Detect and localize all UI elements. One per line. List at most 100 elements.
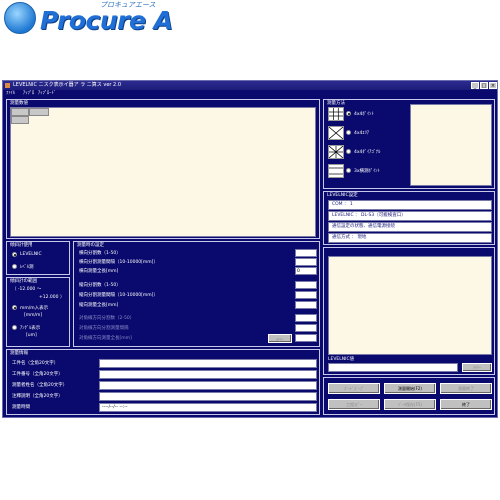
surveyor-input[interactable] [99,381,317,390]
unit-option-mm: mm/m入表示 [20,306,49,311]
range-max: +12.000 ） [39,295,65,300]
notes-label: 注釋說明（全角20文字） [12,394,63,399]
grid-corner-cell [11,108,29,116]
v-length-label: 縦向測量全長[mm] [79,303,119,308]
surveyor-label: 測量者姓名（全角20文字） [12,383,68,388]
h-length-input[interactable]: 0 [295,267,317,275]
project-name-label: 工件名（全角20文字） [12,361,59,366]
device-settings-label: LEVELNIC設定 [327,193,358,198]
app-window: LEVELNIC ニスク表示イ器ア ラ ニ算ス ver 2.0 _ □ × ﾌｧ… [2,80,498,418]
range-min: （ -12.000 ～ [12,287,42,292]
h-div-label: 横向分割数（1-50） [79,251,121,256]
title-bar: LEVELNIC ニスク表示イ器ア ラ ニ算ス ver 2.0 [3,81,497,90]
project-number-label: 工件番号（全角20文字） [12,372,63,377]
method-radio-1[interactable] [346,111,351,116]
sensor-radio-levelnic[interactable] [12,252,17,257]
measure-method-panel: 測量方法 4x4ﾎﾟｲﾝﾄ 4x4ｴﾘｱ 4x4ﾀﾞｲｱｺﾞﾅﾙ 3x横測ﾎﾟｲ… [323,99,495,189]
minimize-button[interactable]: _ [471,82,479,89]
memory-button[interactable]: ﾒﾓﾘｰ [268,334,292,343]
measure-settings-label: 測量時の設定 [77,243,104,248]
brand-name: Procure A [40,6,173,35]
method-label-2: 4x4ｴﾘｱ [354,131,370,136]
app-icon [5,83,10,88]
unit-option-angle-unit: [um] [26,333,37,338]
level-graph [328,256,492,355]
method-radio-4[interactable] [346,168,351,173]
measure-data-grid[interactable] [10,107,316,237]
sensor-label: 傾斜計使用 [10,243,33,248]
save-data-button[interactable]: ﾃﾞｰﾀ保存(F5) [384,399,436,410]
exit-button[interactable]: 終了 [440,399,492,410]
device-status-row: 通信設定の状態、通信電源接続 [328,222,492,232]
device-mode-row: 通信方式 ： 現地 [328,233,492,243]
level-input-label: LEVELNIC値 [328,357,355,362]
close-button[interactable]: × [489,82,497,89]
grid-pattern-icon [328,107,344,121]
start-measure-button[interactable]: 測量開始(F2) [384,383,436,394]
device-com-row: COM ： 1 [328,200,492,210]
goto-button[interactable]: ｺﾞｰﾄﾞｺﾞｰﾌﾟ [328,383,380,394]
lines-pattern-icon [328,164,344,178]
method-label-1: 4x4ﾎﾟｲﾝﾄ [354,112,374,117]
measure-info-label: 測量情報 [10,351,28,356]
project-name-input[interactable] [99,359,317,368]
unit-radio-mm[interactable] [12,305,17,310]
sensor-panel: 傾斜計使用 LEVELNIC ﾚﾍﾞﾙ測 [6,241,70,275]
h-length-label: 横向測量全長[mm] [79,269,119,274]
v-interval-label: 縦向分割測量間隔（10-10000[mm]） [79,293,158,298]
window-title: LEVELNIC ニスク表示イ器ア ラ ニ算ス ver 2.0 [13,82,122,88]
grid-row-header-cell [11,116,29,124]
actions-panel: ｺﾞｰﾄﾞｺﾞｰﾌﾟ 測量開始(F2) 測量終了 工程ｺﾋﾟｰ ﾃﾞｰﾀ保存(F… [323,377,495,415]
cross-pattern-icon [328,126,344,140]
diagonal-grid-pattern-icon [328,145,344,159]
method-radio-3[interactable] [346,149,351,154]
unit-option-mm-unit: [mm/m] [24,313,43,318]
d-length-label: 対角線方向測量全長[mm] [79,336,132,341]
d-div-input[interactable] [295,314,317,322]
method-preview [410,104,492,186]
device-settings-panel: LEVELNIC設定 COM ： 1 LEVELNIC ： DL-S3（可搬検査… [323,191,495,245]
grid-header-cell [29,108,49,116]
menu-bar: ﾌｧｲﾙ ｱｯﾌﾟﾛ ｱｯﾌﾟﾛｰﾄﾞ [3,90,497,98]
v-length-input[interactable] [295,301,317,309]
h-interval-label: 横向分割測量間隔（10-10000[mm]） [79,260,158,265]
measure-settings-panel: 測量時の設定 横向分割数（1-50） 横向分割測量間隔（10-10000[mm]… [73,241,320,347]
sensor-option-levelnic: LEVELNIC [20,252,42,257]
v-interval-input[interactable] [295,291,317,299]
v-div-label: 縦向分割数（1-50） [79,283,121,288]
measure-time-label: 測量時間 [12,405,30,410]
measure-method-label: 測量方法 [327,101,345,106]
maximize-button[interactable]: □ [480,82,488,89]
brand-logo: プロキュアエース Procure A [4,1,174,42]
d-interval-label: 対角線方向分割測量間隔 [79,326,129,331]
menu-upload[interactable]: ｱｯﾌﾟﾛ [23,90,34,98]
notes-input[interactable] [99,392,317,401]
level-panel: LEVELNIC値 ﾒﾓﾘｰ [323,247,495,375]
menu-download[interactable]: ｱｯﾌﾟﾛｰﾄﾞ [38,90,56,98]
range-label: 傾斜計の範囲 [10,279,37,284]
d-div-label: 対角線方向分割数（2-50） [79,316,135,321]
menu-file[interactable]: ﾌｧｲﾙ [6,90,15,98]
sensor-option-level: ﾚﾍﾞﾙ測 [20,265,34,270]
sensor-radio-level[interactable] [12,264,17,269]
copy-process-button[interactable]: 工程ｺﾋﾟｰ [328,399,380,410]
end-measure-button[interactable]: 測量終了 [440,383,492,394]
logo-person-icon [4,2,36,34]
device-model-row: LEVELNIC ： DL-S3（可搬検査口） [328,211,492,221]
h-interval-input[interactable] [295,258,317,266]
d-length-input[interactable] [295,334,317,342]
method-label-4: 3x横測ﾎﾟｲﾝﾄ [354,169,380,174]
project-number-input[interactable] [99,370,317,379]
method-label-3: 4x4ﾀﾞｲｱｺﾞﾅﾙ [354,150,381,155]
measure-time-field: ----/--/-- --:-- [99,403,317,412]
unit-radio-angle[interactable] [12,325,17,330]
unit-option-angle: ｱﾝｸﾞﾙ表示 [20,326,41,331]
measure-data-panel: 測量数値 [6,99,320,239]
d-interval-input[interactable] [295,324,317,332]
h-div-input[interactable] [295,249,317,257]
v-div-input[interactable] [295,281,317,289]
method-radio-2[interactable] [346,130,351,135]
measure-info-panel: 測量情報 工件名（全角20文字） 工件番号（全角20文字） 測量者姓名（全角20… [6,349,320,415]
level-memory-button[interactable]: ﾒﾓﾘｰ [462,363,492,372]
level-input[interactable] [328,363,458,372]
